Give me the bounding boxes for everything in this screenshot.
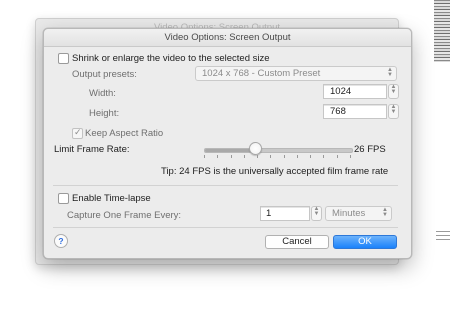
shrink-enlarge-checkbox[interactable] [58,53,69,64]
footer-separator [53,227,398,228]
slider-tick [323,155,325,158]
width-value: 1024 [330,86,352,97]
frame-rate-value: 26 FPS [354,144,386,155]
question-mark-icon: ? [58,236,64,246]
height-field[interactable]: 768 [323,104,387,119]
slider-tick [296,155,298,158]
height-value: 768 [330,106,346,117]
side-lines-decoration [436,231,450,243]
slider-tick [257,155,259,158]
help-button[interactable]: ? [54,234,68,248]
height-label: Height: [89,108,120,119]
slider-tick [310,155,312,158]
slider-tick [243,155,245,158]
capture-unit-select[interactable]: Minutes ▲ ▼ [325,206,392,221]
slider-tick [270,155,272,158]
output-presets-value: 1024 x 768 - Custom Preset [202,68,321,79]
capture-interval-field[interactable]: 1 [260,206,310,221]
slider-tick [283,155,285,158]
checkmark-icon: ✓ [74,127,82,137]
height-stepper[interactable]: ▲ ▼ [388,104,399,119]
frame-rate-slider-knob[interactable] [248,142,262,155]
keep-aspect-label: Keep Aspect Ratio [85,128,164,139]
slider-tick [217,155,219,158]
frame-rate-ticks [204,155,351,159]
slider-tick [336,155,338,158]
width-field[interactable]: 1024 [323,84,387,99]
output-presets-label: Output presets: [72,69,137,80]
thumbnail-strip [434,0,450,62]
capture-interval-stepper[interactable]: ▲ ▼ [311,206,322,221]
slider-tick [230,155,232,158]
dialog-title: Video Options: Screen Output [164,32,291,43]
limit-frame-rate-label: Limit Frame Rate: [54,144,130,155]
slider-tick [350,155,351,158]
width-label: Width: [89,88,116,99]
ok-button[interactable]: OK [333,235,397,249]
frame-rate-slider-fill [205,149,255,152]
section-separator [53,185,398,186]
capture-interval-label: Capture One Frame Every: [67,210,182,221]
output-presets-select[interactable]: 1024 x 768 - Custom Preset ▲ ▼ [195,66,397,81]
slider-tick [204,155,205,158]
keep-aspect-checkbox[interactable]: ✓ [72,127,83,139]
popup-arrows-icon: ▲ ▼ [382,207,388,218]
frame-rate-tip: Tip: 24 FPS is the universally accepted … [161,166,389,177]
time-lapse-label: Enable Time-lapse [72,193,151,204]
shrink-enlarge-label: Shrink or enlarge the video to the selec… [72,53,270,64]
cancel-button[interactable]: Cancel [265,235,329,249]
capture-unit-value: Minutes [332,208,366,219]
capture-interval-value: 1 [266,208,272,219]
title-bar: Video Options: Screen Output [44,29,411,47]
frame-rate-slider-track[interactable] [204,148,353,153]
video-options-dialog: Video Options: Screen Output Shrink or e… [43,28,412,259]
width-stepper[interactable]: ▲ ▼ [388,84,399,99]
popup-arrows-icon: ▲ ▼ [387,67,393,78]
time-lapse-checkbox[interactable] [58,193,69,204]
